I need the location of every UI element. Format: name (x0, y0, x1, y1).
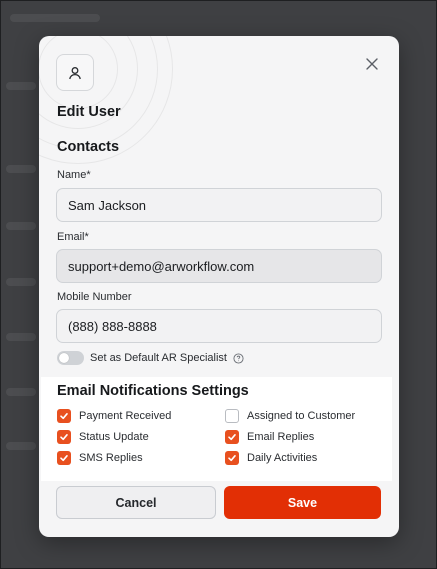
email-notifications-panel: Email Notifications Settings Payment Rec… (41, 377, 392, 481)
checkbox-email-replies[interactable]: Email Replies (225, 429, 314, 445)
checkbox-icon (225, 409, 239, 423)
checkbox-label: SMS Replies (79, 452, 143, 464)
cancel-button[interactable]: Cancel (56, 486, 216, 519)
checkbox-daily-activities[interactable]: Daily Activities (225, 450, 317, 466)
checkbox-assigned-to-customer[interactable]: Assigned to Customer (225, 408, 355, 424)
name-field[interactable] (56, 188, 382, 222)
checkbox-icon (225, 451, 239, 465)
toggle-knob (59, 353, 69, 363)
name-label: Name* (57, 169, 91, 181)
user-icon (56, 54, 94, 91)
mobile-number-label: Mobile Number (57, 291, 132, 303)
close-icon (366, 58, 378, 70)
default-specialist-toggle[interactable] (57, 351, 84, 365)
checkbox-status-update[interactable]: Status Update (57, 429, 149, 445)
checkbox-icon (57, 430, 71, 444)
notifications-title: Email Notifications Settings (57, 383, 249, 399)
checkbox-label: Email Replies (247, 431, 315, 443)
checkbox-icon (57, 451, 71, 465)
default-specialist-row: Set as Default AR Specialist (57, 349, 244, 367)
checkbox-label: Daily Activities (247, 452, 318, 464)
checkbox-label: Assigned to Customer (247, 410, 356, 422)
mobile-number-field[interactable] (56, 309, 382, 343)
modal-title: Edit User (57, 104, 121, 120)
default-specialist-label: Set as Default AR Specialist (90, 352, 227, 364)
close-button[interactable] (361, 53, 383, 75)
checkbox-label: Status Update (79, 431, 149, 443)
help-circle-icon[interactable] (233, 352, 244, 364)
email-label: Email* (57, 231, 89, 243)
checkbox-icon (57, 409, 71, 423)
checkbox-icon (225, 430, 239, 444)
save-button[interactable]: Save (224, 486, 381, 519)
checkbox-label: Payment Received (79, 410, 172, 422)
checkbox-sms-replies[interactable]: SMS Replies (57, 450, 143, 466)
edit-user-modal: Edit User Contacts Name* Email* Mobile N… (39, 36, 399, 537)
checkbox-payment-received[interactable]: Payment Received (57, 408, 171, 424)
contacts-section-title: Contacts (57, 139, 120, 155)
email-field[interactable] (56, 249, 382, 283)
